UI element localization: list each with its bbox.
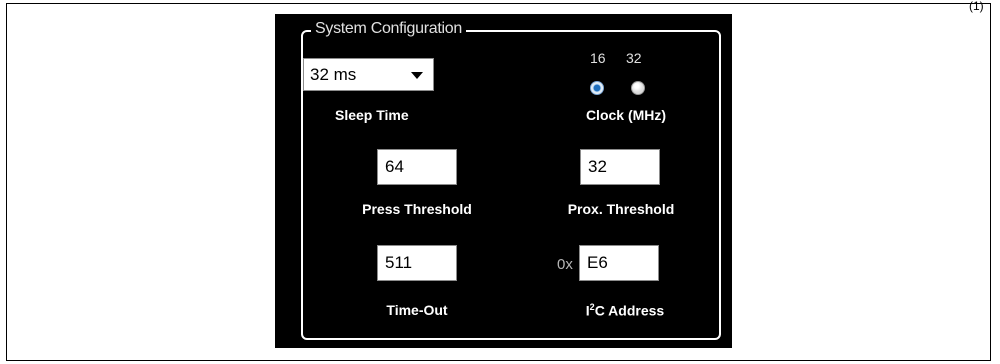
clock-radio-32[interactable] — [631, 81, 645, 95]
group-title: System Configuration — [311, 20, 466, 38]
press-threshold-field[interactable]: 64 — [377, 149, 457, 185]
prox-threshold-label: Prox. Threshold — [567, 201, 675, 217]
i2c-address-field[interactable]: E6 — [579, 245, 659, 281]
i2c-address-value: E6 — [587, 253, 608, 272]
press-threshold-label: Press Threshold — [362, 201, 472, 217]
hex-prefix: 0x — [557, 256, 573, 273]
sleep-time-value: 32 ms — [310, 65, 357, 84]
press-threshold-value: 64 — [385, 157, 404, 176]
clock-option-32-label: 32 — [626, 50, 642, 66]
i2c-address-label: I2C Address — [565, 302, 685, 319]
chevron-down-icon — [411, 72, 423, 79]
clock-option-16-label: 16 — [590, 50, 606, 66]
sleep-time-dropdown[interactable]: 32 ms — [303, 58, 434, 91]
time-out-field[interactable]: 511 — [377, 245, 457, 281]
prox-threshold-value: 32 — [588, 157, 607, 176]
sleep-time-label: Sleep Time — [335, 107, 409, 123]
system-configuration-panel: System Configuration 32 ms Sleep Time 16… — [275, 14, 732, 348]
time-out-label: Time-Out — [386, 302, 448, 318]
clock-label: Clock (MHz) — [585, 107, 667, 123]
prox-threshold-field[interactable]: 32 — [580, 149, 660, 185]
i2c-label-rest: C Address — [594, 302, 665, 319]
time-out-value: 511 — [385, 253, 413, 272]
corner-mark: (1) — [969, 0, 984, 13]
clock-radio-16[interactable] — [590, 81, 604, 95]
